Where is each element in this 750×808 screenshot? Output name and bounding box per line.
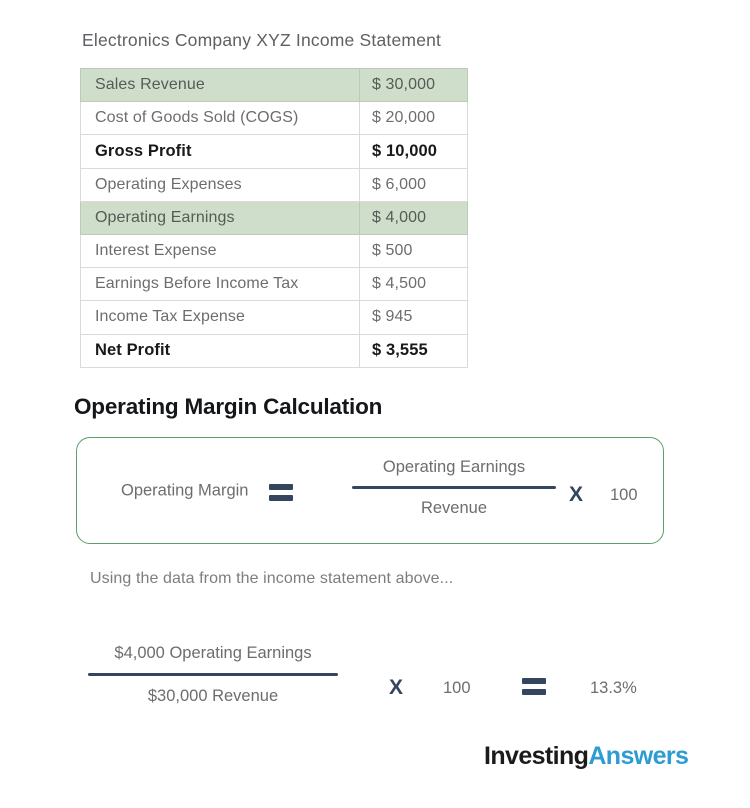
- row-value: $ 500: [359, 233, 468, 269]
- row-label: Operating Expenses: [80, 167, 360, 202]
- row-label: Sales Revenue: [80, 67, 360, 103]
- table-row: Interest Expense $ 500: [80, 233, 468, 269]
- formula-result-label: Operating Margin: [121, 481, 249, 499]
- investinganswers-logo: InvestingAnswers: [484, 742, 689, 771]
- income-statement-body: Sales Revenue $ 30,000 Cost of Goods Sol…: [80, 67, 468, 368]
- formula-fraction: Operating Earnings Revenue: [352, 452, 556, 523]
- worked-example-fraction: $4,000 Operating Earnings $30,000 Revenu…: [88, 638, 338, 711]
- formula-denominator: Revenue: [420, 499, 488, 517]
- income-statement-table: Sales Revenue $ 30,000 Cost of Goods Sol…: [80, 67, 468, 368]
- row-value: $ 6,000: [359, 167, 468, 202]
- worked-example-result: 13.3%: [590, 679, 637, 697]
- table-row: Income Tax Expense $ 945: [80, 300, 468, 335]
- table-row: Gross Profit $ 10,000: [80, 134, 468, 169]
- row-value: $ 10,000: [359, 134, 468, 169]
- row-label: Net Profit: [80, 333, 360, 368]
- worked-example-denominator: $30,000 Revenue: [147, 687, 279, 705]
- row-label: Income Tax Expense: [80, 300, 360, 335]
- multiply-icon: X: [389, 676, 404, 699]
- multiply-icon: X: [569, 483, 584, 506]
- logo-part-investing: Investing: [484, 742, 589, 770]
- table-row: Operating Earnings $ 4,000: [80, 200, 468, 235]
- row-value: $ 20,000: [359, 101, 468, 136]
- formula-multiplier: 100: [610, 486, 638, 504]
- row-value: $ 4,000: [359, 200, 468, 235]
- table-row: Sales Revenue $ 30,000: [80, 67, 468, 103]
- infographic-page: Electronics Company XYZ Income Statement…: [0, 0, 750, 808]
- equals-icon: [269, 484, 293, 501]
- row-label: Operating Earnings: [80, 200, 360, 235]
- row-value: $ 3,555: [359, 333, 468, 368]
- row-value: $ 945: [359, 300, 468, 335]
- section-heading: Operating Margin Calculation: [74, 394, 383, 419]
- formula-numerator: Operating Earnings: [382, 458, 526, 476]
- logo-part-answers: Answers: [588, 742, 689, 770]
- fraction-bar-icon: [88, 673, 338, 676]
- worked-example-numerator: $4,000 Operating Earnings: [114, 644, 312, 662]
- row-label: Cost of Goods Sold (COGS): [80, 101, 360, 136]
- row-label: Interest Expense: [80, 233, 360, 269]
- fraction-bar-icon: [352, 486, 556, 489]
- table-row: Net Profit $ 3,555: [80, 333, 468, 368]
- worked-example-multiplier: 100: [443, 679, 471, 697]
- row-value: $ 4,500: [359, 267, 468, 302]
- table-row: Operating Expenses $ 6,000: [80, 167, 468, 202]
- row-label: Earnings Before Income Tax: [80, 267, 360, 302]
- table-row: Cost of Goods Sold (COGS) $ 20,000: [80, 101, 468, 136]
- row-label: Gross Profit: [80, 134, 360, 169]
- income-statement-title: Electronics Company XYZ Income Statement: [82, 30, 442, 50]
- table-row: Earnings Before Income Tax $ 4,500: [80, 267, 468, 302]
- equals-icon: [522, 678, 546, 695]
- using-data-note: Using the data from the income statement…: [90, 570, 454, 587]
- row-value: $ 30,000: [359, 67, 468, 103]
- worked-example: $4,000 Operating Earnings $30,000 Revenu…: [80, 638, 680, 734]
- operating-margin-formula-box: Operating Margin Operating Earnings Reve…: [76, 437, 664, 544]
